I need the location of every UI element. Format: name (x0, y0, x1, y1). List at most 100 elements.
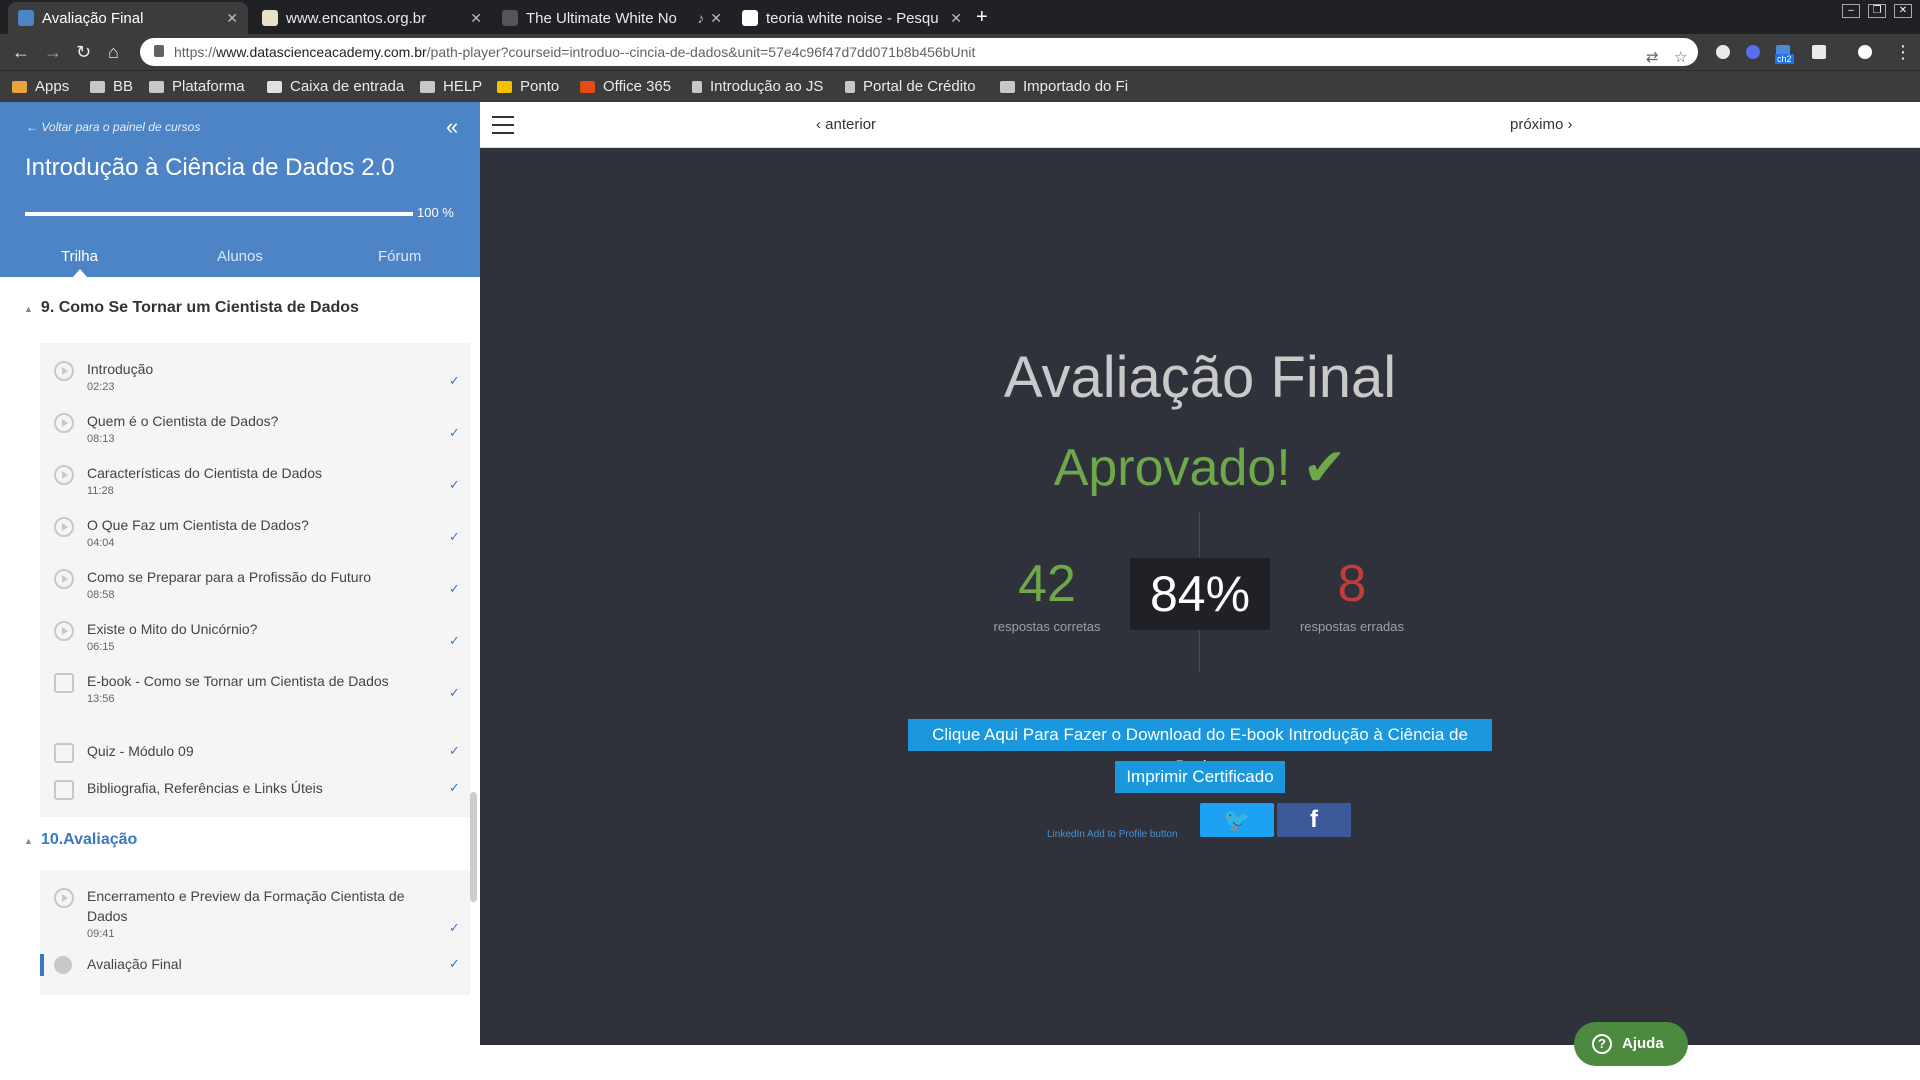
speaker-icon[interactable]: ♪ (697, 10, 704, 26)
bookmark-folder[interactable]: HELP (420, 78, 482, 95)
bookmark-page[interactable]: Introdução ao JS (692, 78, 827, 95)
active-lesson-marker (40, 954, 44, 976)
tab-forum[interactable]: Fórum (378, 248, 421, 265)
facebook-f-icon: f (1310, 806, 1318, 833)
url-host: www.datascienceacademy.com.br (216, 44, 427, 60)
bookmarks-bar: Apps BB Plataforma Caixa de entrada HELP… (0, 70, 1920, 102)
play-circle-icon (54, 517, 74, 537)
office-icon (580, 80, 595, 93)
play-circle-icon (54, 888, 74, 908)
check-icon: ✓ (449, 956, 460, 971)
browser-tab[interactable]: Avaliação Final ✕ (8, 2, 248, 34)
hamburger-menu-icon[interactable] (492, 116, 514, 134)
caret-up-icon: ▲ (24, 836, 33, 846)
bb-icon (497, 80, 512, 93)
previous-button[interactable]: ‹ anterior (816, 116, 876, 133)
bookmark-gmail[interactable]: Caixa de entrada (267, 78, 404, 95)
play-circle-icon (54, 413, 74, 433)
extension-icon[interactable] (1746, 45, 1760, 59)
lock-icon (154, 45, 164, 57)
quiz-list-icon (54, 743, 74, 763)
sidebar-scrollbar[interactable] (470, 792, 477, 902)
back-to-courses-link[interactable]: ← Voltar para o painel de cursos (26, 120, 200, 134)
minimize-icon[interactable]: – (1842, 4, 1860, 18)
translate-icon[interactable]: ⇄ (1646, 44, 1659, 72)
page: ← Voltar para o painel de cursos « Intro… (0, 102, 1920, 1080)
linkedin-add-profile-button[interactable]: LinkedIn Add to Profile button (1047, 829, 1178, 840)
bookmark-folder[interactable]: BB (90, 78, 133, 95)
twitter-share-button[interactable]: 🐦 (1200, 803, 1274, 837)
favicon-icon (502, 10, 518, 26)
tab-title: Avaliação Final (42, 9, 144, 27)
wrong-answers-label: respostas erradas (1299, 619, 1405, 634)
close-tab-icon[interactable]: ✕ (470, 10, 482, 27)
extension-icon[interactable] (1716, 45, 1730, 59)
close-tab-icon[interactable]: ✕ (710, 10, 722, 27)
extension-badge: ch2 (1775, 54, 1794, 64)
page-icon (692, 80, 702, 93)
menu-kebab-icon[interactable]: ⋮ (1894, 42, 1912, 63)
browser-tab[interactable]: teoria white noise - Pesqu ✕ (732, 2, 972, 34)
home-icon[interactable]: ⌂ (108, 42, 119, 63)
star-icon[interactable]: ☆ (1674, 44, 1687, 72)
check-icon: ✓ (449, 477, 460, 492)
browser-tab[interactable]: www.encantos.org.br ✕ (252, 2, 492, 34)
folder-icon (1000, 80, 1015, 93)
check-icon: ✓ (449, 920, 460, 935)
bookmark-page[interactable]: Portal de Crédito (845, 78, 983, 95)
new-tab-icon[interactable]: + (976, 6, 988, 29)
folder-icon (149, 80, 164, 93)
extension-icon[interactable] (1812, 45, 1826, 59)
checkmark-icon: ✔ (1302, 439, 1347, 497)
book-icon (54, 673, 74, 693)
print-certificate-button[interactable]: Imprimir Certificado (1115, 761, 1285, 793)
close-tab-icon[interactable]: ✕ (226, 10, 238, 27)
section-header[interactable]: ▲ 10.Avaliação (24, 831, 137, 849)
back-arrow-icon[interactable]: ← (12, 42, 30, 63)
profile-icon[interactable] (1858, 45, 1872, 59)
correct-answers-count: 42 (1018, 555, 1076, 613)
tab-trilha[interactable]: Trilha (61, 248, 98, 265)
collapse-sidebar-icon[interactable]: « (446, 114, 458, 140)
next-button[interactable]: próximo › (1510, 116, 1573, 133)
browser-tab[interactable]: The Ultimate White No ♪ ✕ (492, 2, 732, 34)
score-percent: 84% (1130, 558, 1270, 630)
award-icon (54, 956, 72, 974)
bookmark-ponto[interactable]: Ponto (497, 78, 559, 95)
facebook-share-button[interactable]: f (1277, 803, 1351, 837)
close-tab-icon[interactable]: ✕ (950, 10, 962, 27)
active-tab-indicator (73, 269, 87, 277)
forward-arrow-icon[interactable]: → (44, 42, 62, 63)
url-path: /path-player?courseid=introduo--cincia-d… (426, 44, 976, 60)
restore-icon[interactable]: ❐ (1868, 4, 1886, 18)
bookmark-apps[interactable]: Apps (12, 78, 69, 95)
check-icon: ✓ (449, 529, 460, 544)
pdf-icon (54, 780, 74, 800)
wrong-answers-count: 8 (1337, 555, 1367, 613)
google-favicon-icon (742, 10, 758, 26)
section-lessons: Encerramento e Preview da Formação Cient… (40, 870, 470, 995)
page-title: Avaliação Final (1003, 345, 1397, 410)
bookmark-folder[interactable]: Plataforma (149, 78, 245, 95)
play-circle-icon (54, 621, 74, 641)
play-circle-icon (54, 361, 74, 381)
main-content: ‹ anterior próximo › Avaliação Final Apr… (480, 102, 1920, 1080)
reload-icon[interactable]: ↻ (76, 42, 91, 63)
close-window-icon[interactable]: ✕ (1894, 4, 1912, 18)
bookmark-office[interactable]: Office 365 (580, 78, 671, 95)
caret-up-icon: ▲ (24, 304, 33, 314)
course-progress-bar (25, 212, 413, 216)
check-icon: ✓ (449, 425, 460, 440)
bookmark-folder[interactable]: Importado do Fi (1000, 78, 1138, 95)
favicon-icon (18, 10, 34, 26)
tab-alunos[interactable]: Alunos (217, 248, 263, 265)
address-bar[interactable]: https://www.datascienceacademy.com.br/pa… (140, 38, 1698, 66)
help-button[interactable]: ? Ajuda (1574, 1022, 1688, 1066)
browser-tab-strip: Avaliação Final ✕ www.encantos.org.br ✕ … (0, 0, 1920, 34)
section-lessons: Quiz - Módulo 09 ✓ Bibliografia, Referên… (40, 735, 470, 817)
status-badge: Aprovado! ✔ (1053, 439, 1347, 497)
section-header[interactable]: ▲ 9. Como Se Tornar um Cientista de Dados (24, 299, 359, 317)
correct-answers-label: respostas corretas (993, 619, 1101, 634)
download-ebook-button[interactable]: Clique Aqui Para Fazer o Download do E-b… (908, 719, 1492, 776)
play-circle-icon (54, 569, 74, 589)
